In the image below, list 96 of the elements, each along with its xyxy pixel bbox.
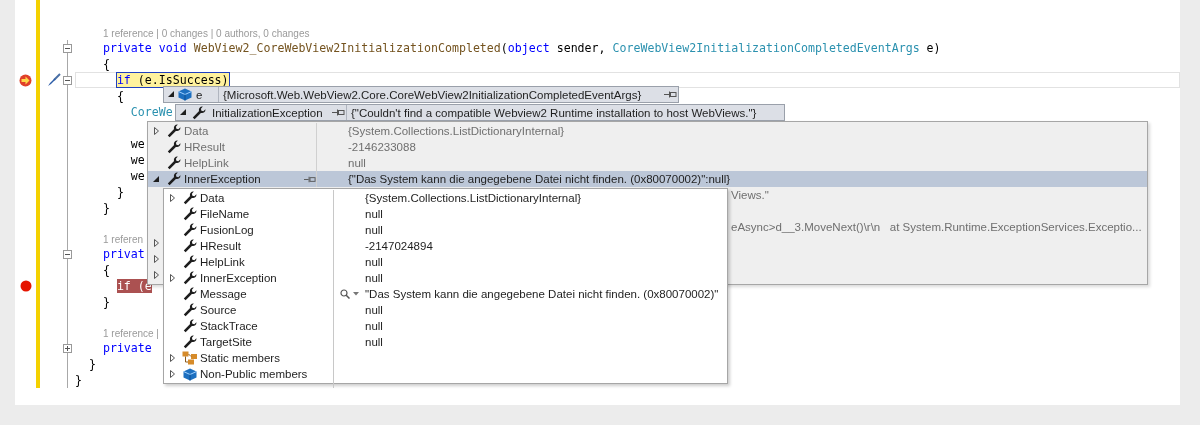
property-value: null <box>365 304 384 316</box>
property-value: eAsync>d__3.MoveNext()\r\n at System.Runtime.ExceptionServices.Exceptio... <box>731 221 1143 233</box>
property-value: null <box>365 224 384 236</box>
wrench-icon <box>183 255 197 269</box>
property-value: null <box>365 320 384 332</box>
property-value: Views." <box>731 189 770 201</box>
property-value: {"Das System kann die angegebene Datei nicht finden. (0x80070002)":null} <box>348 173 731 185</box>
datatip-row[interactable]: InitializationException {"Couldn't find a compatible Webview2 Runtime installation to host WebViews."} <box>175 104 785 121</box>
collapsed-arrow-icon[interactable] <box>169 354 175 362</box>
cube-icon <box>178 88 192 101</box>
property-value: null <box>365 336 384 348</box>
property-name: TargetSite <box>200 336 253 348</box>
wrench-icon <box>183 335 197 349</box>
wrench-icon <box>167 156 181 170</box>
property-value: -2147024894 <box>365 240 434 252</box>
collapsed-arrow-icon[interactable] <box>169 370 175 378</box>
wrench-icon <box>167 172 181 186</box>
expand-icon[interactable] <box>62 343 72 353</box>
property-name: FusionLog <box>200 224 255 236</box>
property-name: FileName <box>200 208 251 220</box>
code-line: privat <box>102 247 145 261</box>
wrench-icon <box>167 140 181 154</box>
code-line: we <box>130 169 145 183</box>
code-line: } <box>75 373 82 387</box>
property-name: HResult <box>200 240 242 252</box>
property-value: "Das System kann die angegebene Datei nicht finden. (0x80070002)" <box>365 288 720 300</box>
code-line: CoreWe <box>130 105 173 119</box>
property-name: Static members <box>200 352 281 364</box>
collapse-icon[interactable] <box>62 43 72 53</box>
collapsed-arrow-icon[interactable] <box>153 255 159 263</box>
expanded-arrow-icon[interactable] <box>152 175 160 183</box>
collapsed-arrow-icon[interactable] <box>153 127 159 135</box>
expanded-arrow-icon[interactable] <box>179 109 187 116</box>
wrench-icon <box>183 319 197 333</box>
property-name: InnerException <box>184 173 262 185</box>
code-line: { <box>102 263 110 277</box>
code-line: we <box>130 153 145 167</box>
property-name: Data <box>200 192 226 204</box>
cube-icon <box>183 367 197 381</box>
property-name: HResult <box>184 141 226 153</box>
wrench-icon <box>183 223 197 237</box>
code-line: } <box>116 185 124 199</box>
pin-icon[interactable] <box>331 108 345 117</box>
wrench-icon <box>192 105 206 120</box>
breakpoint-icon[interactable] <box>19 280 32 292</box>
pin-icon[interactable] <box>663 90 677 99</box>
wrench-icon <box>183 191 197 205</box>
property-value: null <box>365 256 384 268</box>
property-name: Source <box>200 304 238 316</box>
brush-icon[interactable] <box>47 73 61 87</box>
code-lens[interactable]: 1 reference | 0 changes | 0 authors, 0 changes <box>75 27 310 39</box>
pin-icon[interactable] <box>304 174 316 184</box>
code-line: { <box>102 57 110 71</box>
wrench-icon <box>183 303 197 317</box>
wrench-icon <box>183 239 197 253</box>
property-value: {System.Collections.ListDictionaryInternal} <box>348 125 565 137</box>
variable-value: {Microsoft.Web.WebView2.Core.CoreWebView2InitializationCompletedEventArgs} <box>223 88 642 101</box>
collapsed-arrow-icon[interactable] <box>169 274 175 282</box>
code-line: private void WebView2_CoreWebView2InitializationCompleted(object sender, CoreWebView2InitializationCompletedEventArgs e) <box>102 41 941 55</box>
property-value: -2146233088 <box>348 141 416 153</box>
wrench-icon <box>167 124 181 138</box>
property-name: Non-Public members <box>200 368 309 380</box>
code-lens[interactable]: 1 reference | <box>75 327 159 339</box>
wrench-icon <box>183 271 197 285</box>
property-value: null <box>365 208 384 220</box>
expanded-arrow-icon[interactable] <box>167 91 175 98</box>
code-line: } <box>102 295 110 309</box>
variable-name: e <box>195 88 204 101</box>
variable-value: {"Couldn't find a compatible Webview2 Runtime installation to host WebViews."} <box>351 106 757 119</box>
code-line: } <box>88 357 96 371</box>
dropdown-icon[interactable] <box>353 292 359 296</box>
datatip-row[interactable]: e {Microsoft.Web.WebView2.Core.CoreWebView2InitializationCompletedEventArgs} <box>163 86 679 103</box>
property-name: InnerException <box>200 272 278 284</box>
property-name: StackTrace <box>200 320 259 332</box>
code-line: { <box>116 89 124 103</box>
wrench-icon <box>183 207 197 221</box>
variable-name: InitializationException <box>211 106 324 119</box>
code-line: we <box>130 137 145 151</box>
collapse-icon[interactable] <box>62 75 72 85</box>
collapsed-arrow-icon[interactable] <box>153 239 159 247</box>
property-value: null <box>365 272 384 284</box>
collapsed-arrow-icon[interactable] <box>169 194 175 202</box>
property-name: Message <box>200 288 248 300</box>
wrench-icon <box>183 287 197 301</box>
property-name: Data <box>184 125 210 137</box>
property-value: {System.Collections.ListDictionaryInternal} <box>365 192 583 204</box>
code-line: private <box>102 341 152 355</box>
collapsed-arrow-icon[interactable] <box>153 271 159 279</box>
property-value: null <box>348 157 366 169</box>
property-name: HelpLink <box>200 256 246 268</box>
collapse-icon[interactable] <box>62 249 72 259</box>
property-name: HelpLink <box>184 157 230 169</box>
search-icon[interactable] <box>340 289 350 299</box>
code-lens[interactable]: 1 referen <box>75 233 144 245</box>
structure-icon <box>182 351 198 365</box>
code-line: } <box>102 201 110 215</box>
